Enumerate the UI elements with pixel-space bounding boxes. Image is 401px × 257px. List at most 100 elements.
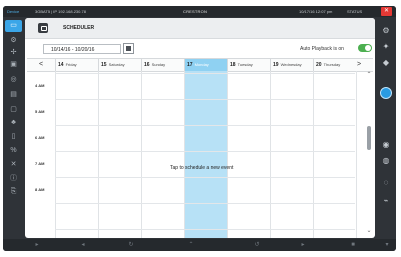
top-status-bar: Device 3GBAT5 | IP 192.168.230.78 CRESTR… <box>3 6 396 17</box>
day-number: 20 <box>316 62 322 68</box>
day-name: Friday <box>65 62 77 67</box>
scheduler-panel: SCHEDULER 10/14/16 - 10/20/16 Auto Playb… <box>25 18 375 238</box>
auto-playback-toggle[interactable] <box>358 44 372 52</box>
square-icon[interactable]: ■ <box>349 241 357 249</box>
day-name: Monday <box>194 62 209 67</box>
page-title: SCHEDULER <box>63 25 95 31</box>
device-label[interactable]: Device <box>7 9 19 14</box>
day-header-sunday[interactable]: 16 Sunday <box>141 59 184 71</box>
grid-row-divider <box>55 229 355 230</box>
exit-icon[interactable]: ⎘ <box>9 187 18 196</box>
refresh-icon[interactable]: ↻ <box>127 241 135 249</box>
day-number: 18 <box>230 62 236 68</box>
usb-icon[interactable]: ♣ <box>9 118 18 127</box>
settings-icon[interactable]: ⚙ <box>380 25 392 37</box>
dial-icon[interactable]: ◉ <box>380 139 392 151</box>
day-name: Saturday <box>108 62 125 67</box>
grid-column-divider <box>313 71 314 238</box>
grid-row-divider <box>55 73 355 74</box>
schedule-grid[interactable]: 4 AM 5 AM 6 AM 7 AM 8 AM Tap to schedule a n… <box>27 71 365 238</box>
day-number: 15 <box>101 62 107 68</box>
grid-column-divider <box>141 71 142 238</box>
menu-icon[interactable]: ▾ <box>383 241 391 249</box>
grid-column-divider <box>270 71 271 238</box>
info-icon[interactable]: ⓘ <box>9 174 18 183</box>
left-sidebar: ▭ ⚙ ✢ ▣ ◎ ▤ ▢ ♣ ▯% ✕ ⓘ ⎘ <box>3 17 24 239</box>
grid-row-divider <box>55 125 355 126</box>
date-range-field[interactable]: 10/14/16 - 10/20/16 <box>43 44 121 54</box>
record-indicator-icon[interactable] <box>380 87 392 99</box>
lock-icon[interactable]: ▯ <box>9 132 18 141</box>
toggle-knob <box>365 45 371 51</box>
scheduler-nav-icon[interactable]: ▭ <box>5 20 22 32</box>
day-name: Tuesday <box>237 62 253 67</box>
back-end-icon[interactable]: ▸ <box>33 241 41 249</box>
hour-label: 8 AM <box>35 187 45 192</box>
camera-icon[interactable]: ◎ <box>9 75 18 84</box>
hour-label: 5 AM <box>35 109 45 114</box>
fan-icon[interactable]: ✢ <box>9 48 18 57</box>
bottom-bar: ▸ ◂ ↻ ⌃ ↺ ▸ ■ ▾ <box>3 239 396 251</box>
day-header-row: < 14 Friday 15 Saturday 16 Sunday 17 Monday 18 Tu… <box>27 58 373 72</box>
sync-icon[interactable]: ◍ <box>380 155 392 167</box>
day-header-friday[interactable]: 14 Friday <box>55 59 98 71</box>
grid-row-divider <box>55 203 355 204</box>
network-icon[interactable]: ✕ <box>9 160 18 169</box>
hour-label: 4 AM <box>35 83 45 88</box>
auto-playback-label: Auto Playback is on <box>300 46 344 52</box>
close-icon[interactable]: ✕ <box>381 7 392 16</box>
hour-label: 6 AM <box>35 135 45 140</box>
calendar-icon[interactable] <box>123 43 134 54</box>
day-number: 16 <box>144 62 150 68</box>
day-header-tuesday[interactable]: 18 Tuesday <box>227 59 270 71</box>
grid-row-divider <box>55 99 355 100</box>
scheduler-icon <box>38 23 48 33</box>
hour-label: 7 AM <box>35 161 45 166</box>
layout-icon[interactable]: ▤ <box>9 90 18 99</box>
link-icon[interactable]: % <box>9 146 18 155</box>
gear-icon[interactable]: ⚙ <box>9 36 18 45</box>
scrollbar[interactable]: ⌃ ⌄ <box>365 71 373 238</box>
grid-column-divider <box>227 71 228 238</box>
clock-icon[interactable]: ↺ <box>253 241 261 249</box>
prev-week-button[interactable]: < <box>27 59 55 71</box>
device-window: Device 3GBAT5 | IP 192.168.230.78 CRESTR… <box>3 6 396 251</box>
shield-icon[interactable]: ◆ <box>380 57 392 69</box>
grid-row-divider <box>55 177 355 178</box>
grid-column-divider <box>356 71 357 238</box>
scroll-up-icon[interactable]: ⌃ <box>365 71 373 79</box>
day-name: Wednesday <box>280 62 302 67</box>
clock-readout: 10/17/16 12:07 pm <box>299 9 333 14</box>
day-header-saturday[interactable]: 15 Saturday <box>98 59 141 71</box>
tag-icon[interactable]: ⌁ <box>380 195 392 207</box>
rewind-icon[interactable]: ◂ <box>79 241 87 249</box>
day-name: Sunday <box>151 62 166 67</box>
day-number: 19 <box>273 62 279 68</box>
app-frame: Device 3GBAT5 | IP 192.168.230.78 CRESTR… <box>0 0 401 257</box>
day-number: 14 <box>58 62 64 68</box>
up-icon[interactable]: ⌃ <box>187 241 195 249</box>
brand-logo: CRESTRON <box>183 9 208 14</box>
right-sidebar: ⚙ ✦ ◆ ◉ ◍ ◌ ⌁ <box>376 17 396 239</box>
grid-column-divider <box>55 71 56 238</box>
grid-column-divider <box>184 71 185 238</box>
day-header-wednesday[interactable]: 19 Wednesday <box>270 59 313 71</box>
ring-icon[interactable]: ◌ <box>380 177 392 189</box>
ip-info: 3GBAT5 | IP 192.168.230.78 <box>35 9 86 14</box>
today-column[interactable] <box>185 71 228 238</box>
scroll-thumb[interactable] <box>367 126 371 150</box>
day-header-monday[interactable]: 17 Monday <box>184 59 227 71</box>
scroll-down-icon[interactable]: ⌄ <box>365 227 373 235</box>
grid-column-divider <box>98 71 99 238</box>
day-number: 17 <box>187 62 193 68</box>
day-name: Thursday <box>323 62 341 67</box>
folder-icon[interactable]: ▢ <box>9 105 18 114</box>
empty-schedule-message[interactable]: Tap to schedule a new event <box>170 165 233 171</box>
media-icon[interactable]: ▣ <box>9 60 18 69</box>
forward-icon[interactable]: ▸ <box>299 241 307 249</box>
scheduler-header: SCHEDULER <box>25 18 375 39</box>
grid-row-divider <box>55 151 355 152</box>
next-week-button[interactable]: > <box>345 59 373 71</box>
status-button[interactable]: STATUS <box>347 9 362 14</box>
home-icon[interactable]: ✦ <box>380 41 392 53</box>
